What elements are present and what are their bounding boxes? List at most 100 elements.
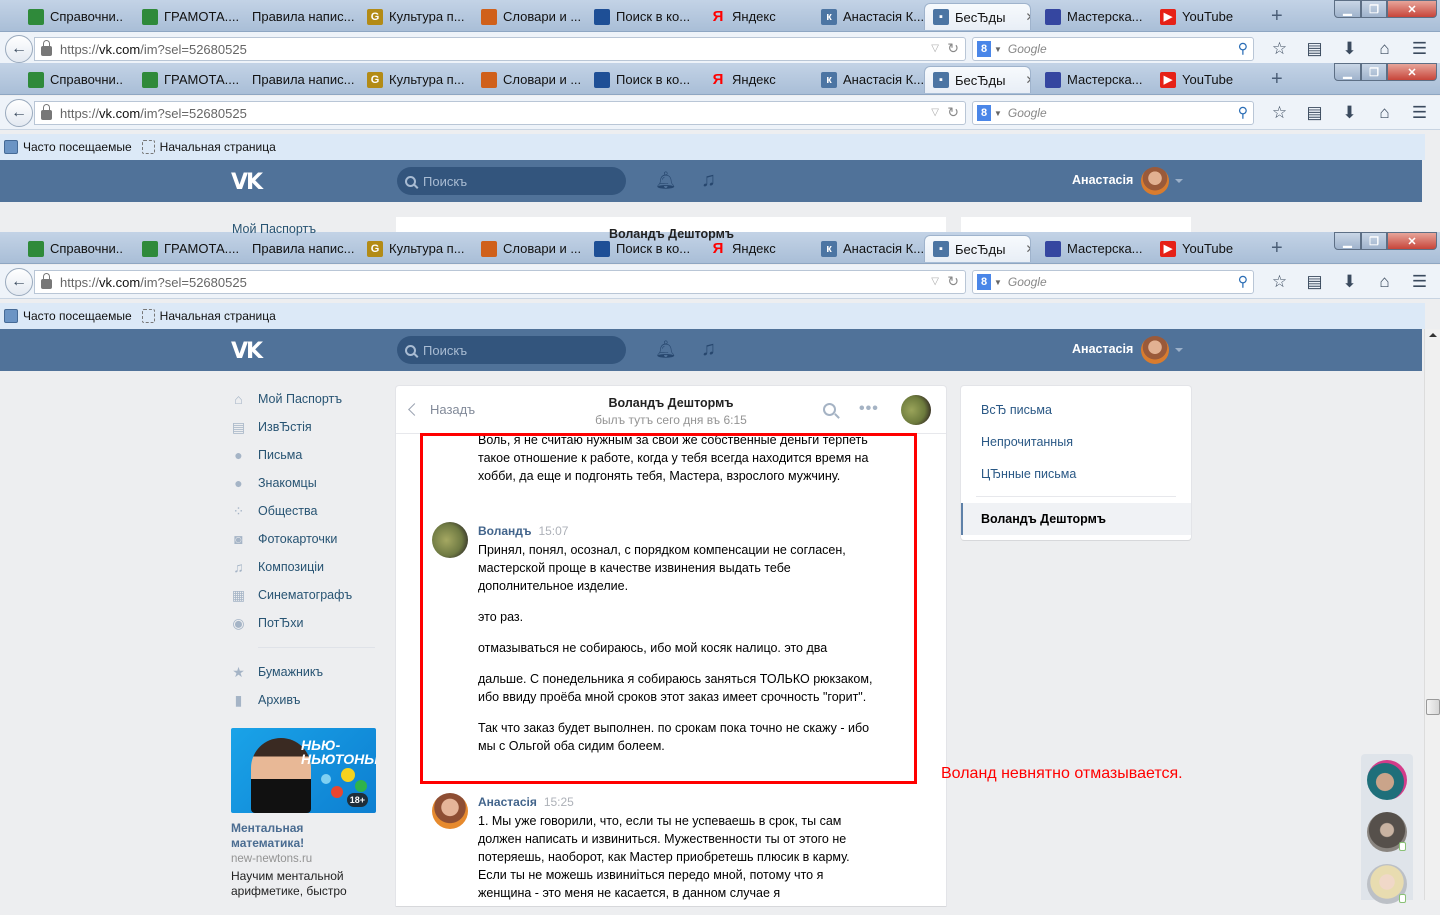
engine-dropdown-icon[interactable]: ▼ <box>994 278 1002 287</box>
downloads-icon[interactable]: ⬇ <box>1332 101 1367 125</box>
url-bar[interactable]: https://vk.com/im?sel=52680525 ▽ ↻ <box>34 37 966 61</box>
bookmark-star-icon[interactable]: ☆ <box>1262 101 1297 125</box>
browser-tab[interactable]: Словари и ... <box>473 66 581 93</box>
browser-tab[interactable]: Мастерска... <box>1037 235 1145 262</box>
close-window-button[interactable]: ✕ <box>1387 0 1437 18</box>
search-bar[interactable]: 8 ▼ Google ⚲ <box>972 101 1254 125</box>
scroll-up-arrow[interactable] <box>1429 333 1437 337</box>
browser-tab[interactable]: Поиск в ко... <box>586 66 694 93</box>
maximize-button[interactable]: ❐ <box>1361 232 1387 250</box>
minimize-button[interactable]: ▁ <box>1334 0 1361 18</box>
filter-important[interactable]: ЦЂнные письма <box>961 458 1191 490</box>
search-icon[interactable]: ⚲ <box>1238 104 1248 121</box>
author-name[interactable]: Анастасія <box>478 795 537 809</box>
ad-image[interactable]: НЬЮ-НЬЮТОНЫ 18+ <box>231 728 376 813</box>
browser-tab[interactable]: к Анастасія К... <box>813 66 923 93</box>
downloads-icon[interactable]: ⬇ <box>1332 270 1367 294</box>
menu-icon[interactable]: ☰ <box>1402 37 1437 61</box>
browser-tab[interactable]: к Анастасія К... <box>813 3 923 30</box>
back-arrow-icon[interactable]: ← <box>5 99 33 127</box>
vk-search-input-ghost[interactable]: Поискъ <box>397 167 626 195</box>
home-icon[interactable]: ⌂ <box>1367 270 1402 294</box>
new-tab-button[interactable]: + <box>1271 68 1283 91</box>
message-author[interactable]: Анастасія 15:25 <box>478 795 574 809</box>
browser-tab[interactable]: ГРАМОТА.... <box>134 235 238 262</box>
search-icon[interactable]: ⚲ <box>1238 273 1248 290</box>
browser-tab[interactable]: Я Яндекс <box>702 66 802 93</box>
search-in-chat-icon[interactable] <box>823 403 836 416</box>
home-icon[interactable]: ⌂ <box>1367 101 1402 125</box>
ad-block[interactable]: НЬЮ-НЬЮТОНЫ 18+ Ментальная математика! n… <box>231 728 376 899</box>
left-menu-item[interactable]: ♫ Композиціи <box>230 553 375 581</box>
user-avatar[interactable] <box>1141 336 1169 364</box>
bell-icon[interactable]: 🔔︎ <box>655 340 677 360</box>
browser-tab[interactable]: Я Яндекс <box>702 3 802 30</box>
author-avatar[interactable] <box>432 793 468 829</box>
browser-tab[interactable]: Мастерска... <box>1037 3 1145 30</box>
close-window-button[interactable]: ✕ <box>1387 232 1437 250</box>
close-window-button[interactable]: ✕ <box>1387 63 1437 81</box>
left-menu-item[interactable]: ★ Бумажникъ <box>230 658 375 686</box>
vk-search-input[interactable]: Поискъ <box>397 336 626 364</box>
reload-icon[interactable]: ↻ <box>947 40 959 57</box>
browser-tab[interactable]: Правила напис... <box>244 66 354 93</box>
bookmark-item[interactable]: Часто посещаемые <box>4 140 132 154</box>
page-scrollbar[interactable] <box>1424 329 1440 900</box>
search-icon[interactable]: ⚲ <box>1238 40 1248 57</box>
left-menu-item[interactable]: ◙ Фотокарточки <box>230 525 375 553</box>
downloads-icon[interactable]: ⬇ <box>1332 37 1367 61</box>
selected-conversation[interactable]: Воландъ Дештормъ <box>961 503 1191 535</box>
engine-dropdown-icon[interactable]: ▼ <box>994 45 1002 54</box>
bookmark-item[interactable]: Начальная страница <box>138 140 276 154</box>
left-menu-item[interactable]: ▦ Синематографъ <box>230 581 375 609</box>
url-bar[interactable]: https://vk.com/im?sel=52680525 ▽ ↻ <box>34 101 966 125</box>
browser-tab[interactable]: ▶ YouTube <box>1152 3 1242 30</box>
close-tab-icon[interactable]: ✕ <box>1025 10 1030 24</box>
browser-tab[interactable]: ГРАМОТА.... <box>134 3 238 30</box>
browser-tab[interactable]: Мастерска... <box>1037 66 1145 93</box>
minimize-button[interactable]: ▁ <box>1334 63 1361 81</box>
scrollbar-thumb[interactable] <box>1426 699 1440 715</box>
message-author[interactable]: Воландъ 15:07 <box>478 524 568 538</box>
author-name[interactable]: Воландъ <box>478 524 531 538</box>
browser-tab[interactable]: Правила напис... <box>244 235 354 262</box>
music-icon[interactable]: ♫ <box>701 338 716 361</box>
reload-icon[interactable]: ↻ <box>947 273 959 290</box>
user-name[interactable]: Анастасія <box>1072 173 1133 187</box>
chevron-down-icon[interactable] <box>1175 179 1183 183</box>
maximize-button[interactable]: ❐ <box>1361 63 1387 81</box>
browser-tab[interactable]: G Культура п... <box>359 3 467 30</box>
bookmark-item[interactable]: Начальная страница <box>138 309 276 323</box>
left-menu-item[interactable]: ● Знакомцы <box>230 469 375 497</box>
vk-logo[interactable]: VK <box>231 339 263 364</box>
fast-chat-avatar[interactable] <box>1367 760 1407 800</box>
browser-tab[interactable]: Справочни... <box>20 3 124 30</box>
bookmark-star-icon[interactable]: ☆ <box>1262 270 1297 294</box>
url-dropdown-icon[interactable]: ▽ <box>931 43 939 54</box>
more-options-icon[interactable]: ••• <box>859 400 879 418</box>
browser-tab[interactable]: G Культура п... <box>359 66 467 93</box>
vk-logo[interactable]: VK <box>231 170 263 195</box>
url-dropdown-icon[interactable]: ▽ <box>931 276 939 287</box>
browser-tab[interactable]: ▶ YouTube <box>1152 235 1242 262</box>
search-bar[interactable]: 8 ▼ Google ⚲ <box>972 270 1254 294</box>
new-tab-button[interactable]: + <box>1271 237 1283 260</box>
close-tab-icon[interactable]: ✕ <box>1025 73 1030 87</box>
browser-tab[interactable]: Поиск в ко... <box>586 3 694 30</box>
left-menu-item[interactable]: ⁘ Общества <box>230 497 375 525</box>
left-menu-item[interactable]: ◉ ПотЂхи <box>230 609 375 637</box>
bookmarks-list-icon[interactable]: ▤ <box>1297 37 1332 61</box>
user-avatar[interactable] <box>1141 167 1169 195</box>
bell-icon[interactable]: 🔔︎ <box>655 171 677 191</box>
browser-tab[interactable]: G Культура п... <box>359 235 467 262</box>
new-tab-button[interactable]: + <box>1271 5 1283 28</box>
filter-all-messages[interactable]: ВсЂ письма <box>961 394 1191 426</box>
search-bar[interactable]: 8 ▼ Google ⚲ <box>972 37 1254 61</box>
chevron-down-icon[interactable] <box>1175 348 1183 352</box>
bookmark-item[interactable]: Часто посещаемые <box>4 309 132 323</box>
minimize-button[interactable]: ▁ <box>1334 232 1361 250</box>
engine-dropdown-icon[interactable]: ▼ <box>994 109 1002 118</box>
browser-tab[interactable]: Правила напис... <box>244 3 354 30</box>
maximize-button[interactable]: ❐ <box>1361 0 1387 18</box>
browser-tab[interactable]: ГРАМОТА.... <box>134 66 238 93</box>
